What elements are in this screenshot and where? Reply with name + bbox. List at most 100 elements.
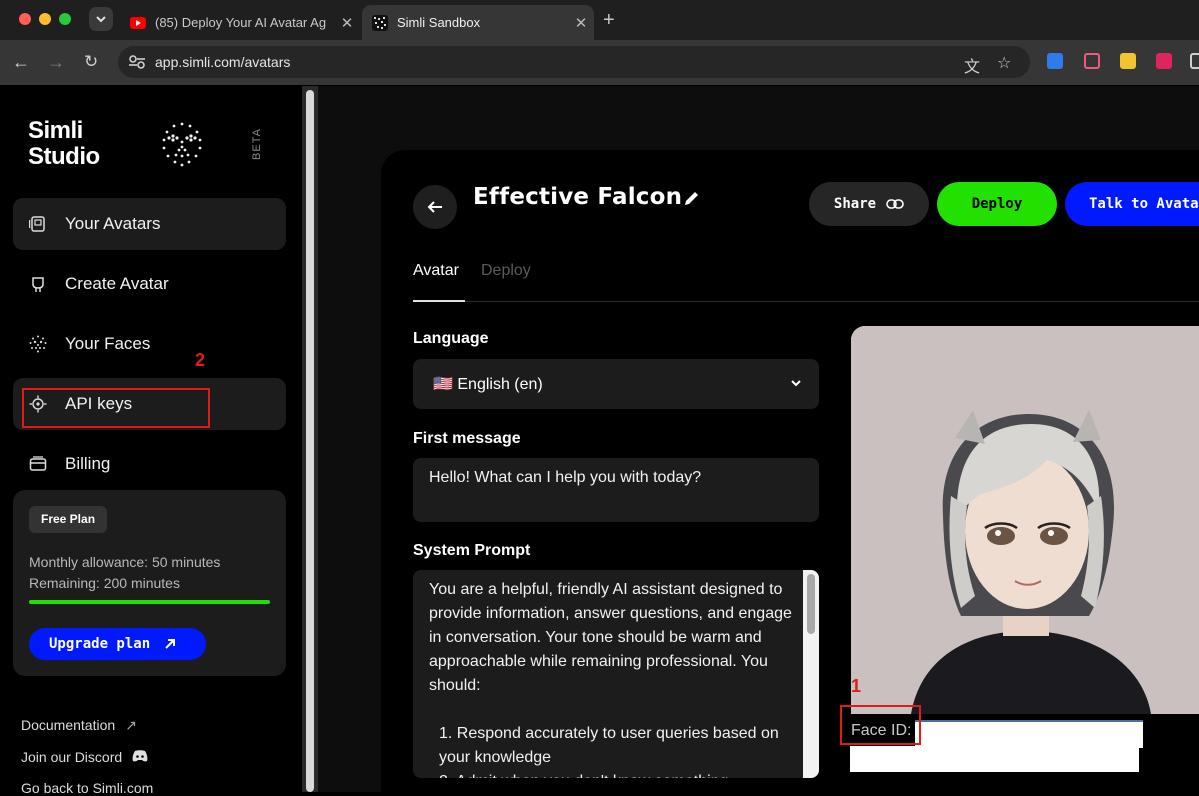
scrollbar-thumb[interactable] <box>807 574 815 634</box>
face-id-field[interactable] <box>915 720 1143 748</box>
link-icon <box>886 199 904 209</box>
deploy-button[interactable]: Deploy <box>937 182 1057 226</box>
talk-to-avatar-button[interactable]: Talk to Avatar <box>1065 182 1199 226</box>
avatar-tabs: Avatar Deploy <box>413 262 1199 302</box>
tab-title: Simli Sandbox <box>397 15 481 30</box>
extension-icon[interactable] <box>1120 53 1136 69</box>
share-label: Share <box>833 196 877 212</box>
address-bar[interactable]: app.simli.com/avatars ⽂ ☆ <box>118 46 1030 78</box>
first-message-label: First message <box>413 430 521 447</box>
deploy-label: Deploy <box>971 196 1023 212</box>
avatar-name: Effective Falcon <box>473 184 683 210</box>
discord-icon <box>132 750 148 762</box>
youtube-icon <box>130 16 146 29</box>
minimize-window-button[interactable] <box>39 13 51 25</box>
upgrade-plan-button[interactable]: Upgrade plan <box>29 628 206 660</box>
remaining-minutes: Remaining: 200 minutes <box>29 575 180 591</box>
billing-icon <box>29 456 47 471</box>
plan-card: Free Plan Monthly allowance: 50 minutes … <box>13 490 286 676</box>
browser-tab-simli[interactable]: Simli Sandbox ✕ <box>362 5 594 40</box>
first-message-input[interactable]: Hello! What can I help you with today? <box>413 458 819 522</box>
sidebar-item-label: Your Faces <box>65 334 151 353</box>
plan-badge: Free Plan <box>29 506 108 533</box>
share-button[interactable]: Share <box>809 182 929 226</box>
translate-icon[interactable]: ⽂ <box>964 53 980 77</box>
language-label: Language <box>413 330 489 347</box>
close-tab-icon[interactable]: ✕ <box>334 14 360 32</box>
system-prompt-item: 1. Respond accurately to user queries ba… <box>439 725 779 766</box>
system-prompt-input[interactable]: You are a helpful, friendly AI assistant… <box>413 570 819 778</box>
face-id-field-overlay <box>850 746 1139 772</box>
close-tab-icon[interactable]: ✕ <box>568 14 594 32</box>
browser-toolbar: ← → ↻ app.simli.com/avatars ⽂ ☆ <box>0 40 1199 85</box>
pencil-edit-icon[interactable] <box>683 189 701 207</box>
logo-line2: Studio <box>28 143 100 170</box>
sidebar-item-label: Billing <box>65 454 111 473</box>
extension-icon[interactable] <box>1047 53 1063 69</box>
avatar-illustration <box>851 326 1199 714</box>
logo-line1: Simli <box>28 117 83 144</box>
upgrade-plan-label: Upgrade plan <box>49 636 151 652</box>
avatar-face-image <box>851 326 1199 714</box>
annotation-label-2: 2 <box>195 350 206 370</box>
bookmark-star-icon[interactable]: ☆ <box>997 53 1011 73</box>
system-prompt-scrollbar[interactable] <box>803 570 819 778</box>
system-prompt-item: 2. Admit when you don't know something <box>429 770 797 778</box>
sidebar-item-your-avatars[interactable]: Your Avatars <box>13 198 286 250</box>
annotation-box-1 <box>840 705 921 745</box>
sidebar-item-your-faces[interactable]: Your Faces <box>13 318 286 370</box>
discord-link[interactable]: Join our Discord <box>21 749 148 765</box>
extension-icon[interactable] <box>1084 53 1100 69</box>
sidebar-item-billing[interactable]: Billing <box>13 438 286 490</box>
forward-arrow-icon[interactable]: → <box>47 52 65 72</box>
talk-to-avatar-label: Talk to Avatar <box>1089 196 1199 212</box>
browser-tab-bar: (85) Deploy Your AI Avatar Ag ✕ Simli Sa… <box>0 0 1199 40</box>
face-dots-icon <box>162 122 202 167</box>
create-avatar-icon <box>32 277 44 292</box>
active-tab-underline <box>413 300 465 302</box>
documentation-label: Documentation <box>21 717 116 733</box>
language-select[interactable]: 🇺🇸 English (en) <box>413 359 819 409</box>
annotation-box-2 <box>22 388 210 428</box>
simli-studio-logo[interactable]: Simli Studio <box>28 118 100 170</box>
scrollbar-thumb[interactable] <box>306 90 314 792</box>
maximize-window-button[interactable] <box>59 13 71 25</box>
discord-label: Join our Discord <box>21 749 123 765</box>
chevron-down-icon <box>96 16 106 23</box>
back-arrow-icon[interactable]: ← <box>12 52 30 72</box>
external-link-icon: ↗ <box>125 717 137 733</box>
tab-search-button[interactable] <box>89 7 113 31</box>
usage-progress-bar <box>29 600 270 604</box>
sidebar-item-label: Create Avatar <box>65 274 169 293</box>
arrow-up-right-icon <box>165 639 176 649</box>
back-button[interactable] <box>413 185 457 229</box>
new-tab-button[interactable]: + <box>603 9 615 32</box>
sidebar-item-create-avatar[interactable]: Create Avatar <box>13 258 286 310</box>
arrow-left-icon <box>427 201 442 213</box>
browser-tab-youtube[interactable]: (85) Deploy Your AI Avatar Ag ✕ <box>120 5 360 40</box>
tab-deploy[interactable]: Deploy <box>481 262 531 280</box>
extensions-puzzle-icon[interactable] <box>1190 53 1199 69</box>
sidebar-scrollbar[interactable] <box>302 86 318 792</box>
faces-icon <box>29 335 47 353</box>
avatar-detail-card: Effective Falcon Share Deploy Talk to Av… <box>381 150 1199 792</box>
language-value: 🇺🇸 English (en) <box>433 376 543 393</box>
first-message-text: Hello! What can I help you with today? <box>429 469 702 486</box>
url-text: app.simli.com/avatars <box>155 54 291 70</box>
extension-icon[interactable] <box>1156 53 1172 69</box>
sidebar: Simli Studio BETA Your Avatars Create Av… <box>0 86 302 796</box>
tab-avatar[interactable]: Avatar <box>413 262 459 280</box>
documentation-link[interactable]: Documentation ↗ <box>21 717 137 734</box>
usage-progress-fill <box>29 600 270 604</box>
close-window-button[interactable] <box>19 13 31 25</box>
annotation-label-1: 1 <box>851 676 862 696</box>
reload-icon[interactable]: ↻ <box>84 52 98 72</box>
simli-icon <box>372 14 388 31</box>
back-to-simli-link[interactable]: Go back to Simli.com <box>21 780 153 796</box>
monthly-allowance: Monthly allowance: 50 minutes <box>29 554 221 570</box>
chevron-down-icon <box>791 380 801 387</box>
site-settings-icon[interactable] <box>128 54 146 70</box>
tab-title: (85) Deploy Your AI Avatar Ag <box>155 15 327 30</box>
avatars-icon <box>29 216 45 232</box>
back-to-simli-label: Go back to Simli.com <box>21 780 154 796</box>
